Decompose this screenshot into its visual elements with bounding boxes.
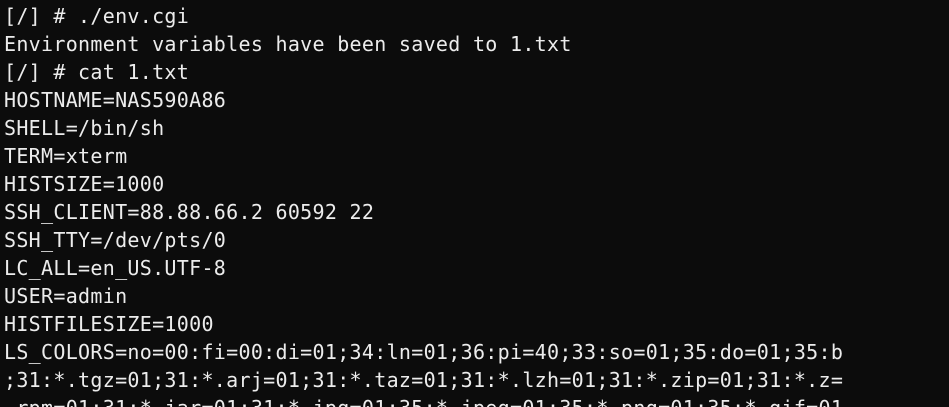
terminal-line-histsize: HISTSIZE=1000: [4, 172, 165, 196]
terminal-line-term: TERM=xterm: [4, 144, 128, 168]
terminal-line-user: USER=admin: [4, 284, 128, 308]
terminal-line-histfilesize: HISTFILESIZE=1000: [4, 312, 214, 336]
terminal-line-shell: SHELL=/bin/sh: [4, 116, 165, 140]
terminal-line-ls-colors: LS_COLORS=no=00:fi=00:di=01;34:ln=01;36:…: [4, 340, 844, 364]
terminal-line-ls-colors-cont: ;31:*.tgz=01;31:*.arj=01;31:*.taz=01;31:…: [4, 368, 844, 392]
terminal-line-ls-colors-partial: .rpm=01;31:*.jar=01;31:*.jpg=01;35:*.jpe…: [4, 394, 843, 407]
terminal-line-hostname: HOSTNAME=NAS590A86: [4, 88, 227, 112]
terminal-window[interactable]: [/] # ./env.cgi Environment variables ha…: [0, 0, 949, 407]
terminal-line-env-saved-message: Environment variables have been saved to…: [4, 32, 572, 56]
terminal-line-ssh-tty: SSH_TTY=/dev/pts/0: [4, 228, 227, 252]
terminal-line-lc-all: LC_ALL=en_US.UTF-8: [4, 256, 227, 280]
terminal-line-ssh-client: SSH_CLIENT=88.88.66.2 60592 22: [4, 200, 375, 224]
terminal-line-prompt-env: [/] # ./env.cgi: [4, 4, 190, 28]
terminal-line-prompt-cat: [/] # cat 1.txt: [4, 60, 190, 84]
terminal-output: [/] # ./env.cgi Environment variables ha…: [4, 2, 843, 394]
